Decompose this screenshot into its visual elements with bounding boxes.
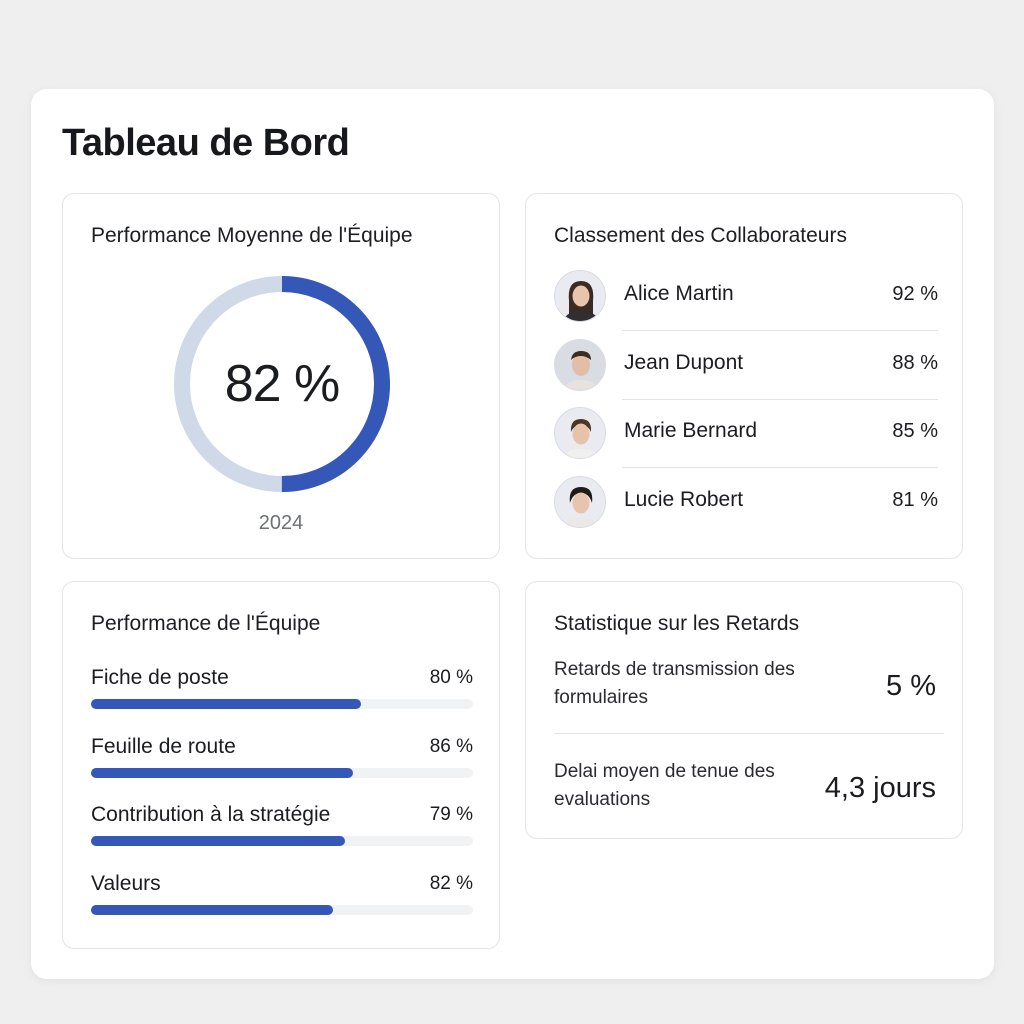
bar-value: 80 % xyxy=(429,667,473,688)
bar-item: Valeurs 82 % xyxy=(91,872,473,941)
bar-value: 79 % xyxy=(429,804,473,825)
avatar-person-short-hair-icon xyxy=(554,475,606,528)
team-performance-card: Performance de l'Équipe Fiche de poste 8… xyxy=(62,581,500,949)
bar-track xyxy=(91,699,473,709)
row-divider xyxy=(622,398,938,400)
bar-label: Feuille de route xyxy=(91,734,236,758)
ranking-list: Alice Martin 92 % Jean Dupont 88 % Marie… xyxy=(554,268,938,542)
bar-fill xyxy=(91,836,345,846)
delay-stat-row: Delai moyen de tenue des evaluations 4,3… xyxy=(554,758,936,838)
collaborator-name: Lucie Robert xyxy=(624,487,744,511)
row-divider xyxy=(622,330,938,331)
row-divider xyxy=(622,467,938,468)
bar-fill xyxy=(91,767,353,778)
donut-year: 2024 xyxy=(258,512,304,534)
bar-track xyxy=(91,836,473,846)
avatar-woman-hair-back-icon xyxy=(554,407,606,459)
ranking-row[interactable]: Jean Dupont 88 % xyxy=(554,337,938,406)
delays-card: Statistique sur les Retards Retards de t… xyxy=(525,581,963,839)
delay-stat-row: Retards de transmission des formulaires … xyxy=(554,656,936,736)
bar-label: Contribution à la stratégie xyxy=(91,803,331,826)
bar-item: Contribution à la stratégie 79 % xyxy=(91,803,473,872)
bar-item: Fiche de poste 80 % xyxy=(91,666,473,735)
delay-stat-description: Retards de transmission des formulaires xyxy=(554,659,795,708)
delay-stat-description: Delai moyen de tenue des evaluations xyxy=(554,761,775,810)
collaborator-score: 88 % xyxy=(892,351,938,374)
ranking-card: Classement des Collaborateurs Alice Mart… xyxy=(525,193,963,559)
bar-track xyxy=(91,904,473,915)
collaborator-name: Alice Martin xyxy=(624,282,734,305)
bar-item: Feuille de route 86 % xyxy=(91,735,473,804)
collaborator-name: Jean Dupont xyxy=(624,350,744,374)
row-divider xyxy=(554,733,944,734)
bar-fill xyxy=(91,904,333,915)
delay-stat-value: 5 % xyxy=(886,670,936,702)
ranking-row[interactable]: Lucie Robert 81 % xyxy=(554,474,938,543)
page-title: Tableau de Bord xyxy=(62,122,350,164)
average-performance-card: Performance Moyenne de l'Équipe 82 % 202… xyxy=(62,193,500,559)
ranking-row[interactable]: Marie Bernard 85 % xyxy=(554,405,938,474)
ranking-row[interactable]: Alice Martin 92 % xyxy=(554,268,938,337)
team-performance-title: Performance de l'Équipe xyxy=(91,612,321,635)
donut-value: 82 % xyxy=(224,355,341,413)
performance-donut: 82 % xyxy=(172,274,392,494)
bar-value: 86 % xyxy=(429,735,473,757)
ranking-title: Classement des Collaborateurs xyxy=(554,224,847,247)
avatar-man-short-hair-icon xyxy=(554,338,606,391)
dashboard-panel: Tableau de Bord Performance Moyenne de l… xyxy=(31,89,994,979)
bar-track xyxy=(91,767,473,778)
avatar-woman-long-hair-icon xyxy=(554,270,606,322)
bar-label: Fiche de poste xyxy=(91,666,229,689)
collaborator-score: 85 % xyxy=(892,420,938,442)
collaborator-name: Marie Bernard xyxy=(624,419,758,442)
average-performance-title: Performance Moyenne de l'Équipe xyxy=(91,224,413,247)
performance-bars: Fiche de poste 80 % Feuille de route 86 … xyxy=(91,666,473,940)
bar-value: 82 % xyxy=(429,872,473,894)
bar-label: Valeurs xyxy=(91,871,161,895)
collaborator-score: 81 % xyxy=(892,488,938,511)
delay-stat-value: 4,3 jours xyxy=(824,772,936,804)
collaborator-score: 92 % xyxy=(892,283,938,305)
delays-title: Statistique sur les Retards xyxy=(554,612,800,635)
bar-fill xyxy=(91,699,361,709)
